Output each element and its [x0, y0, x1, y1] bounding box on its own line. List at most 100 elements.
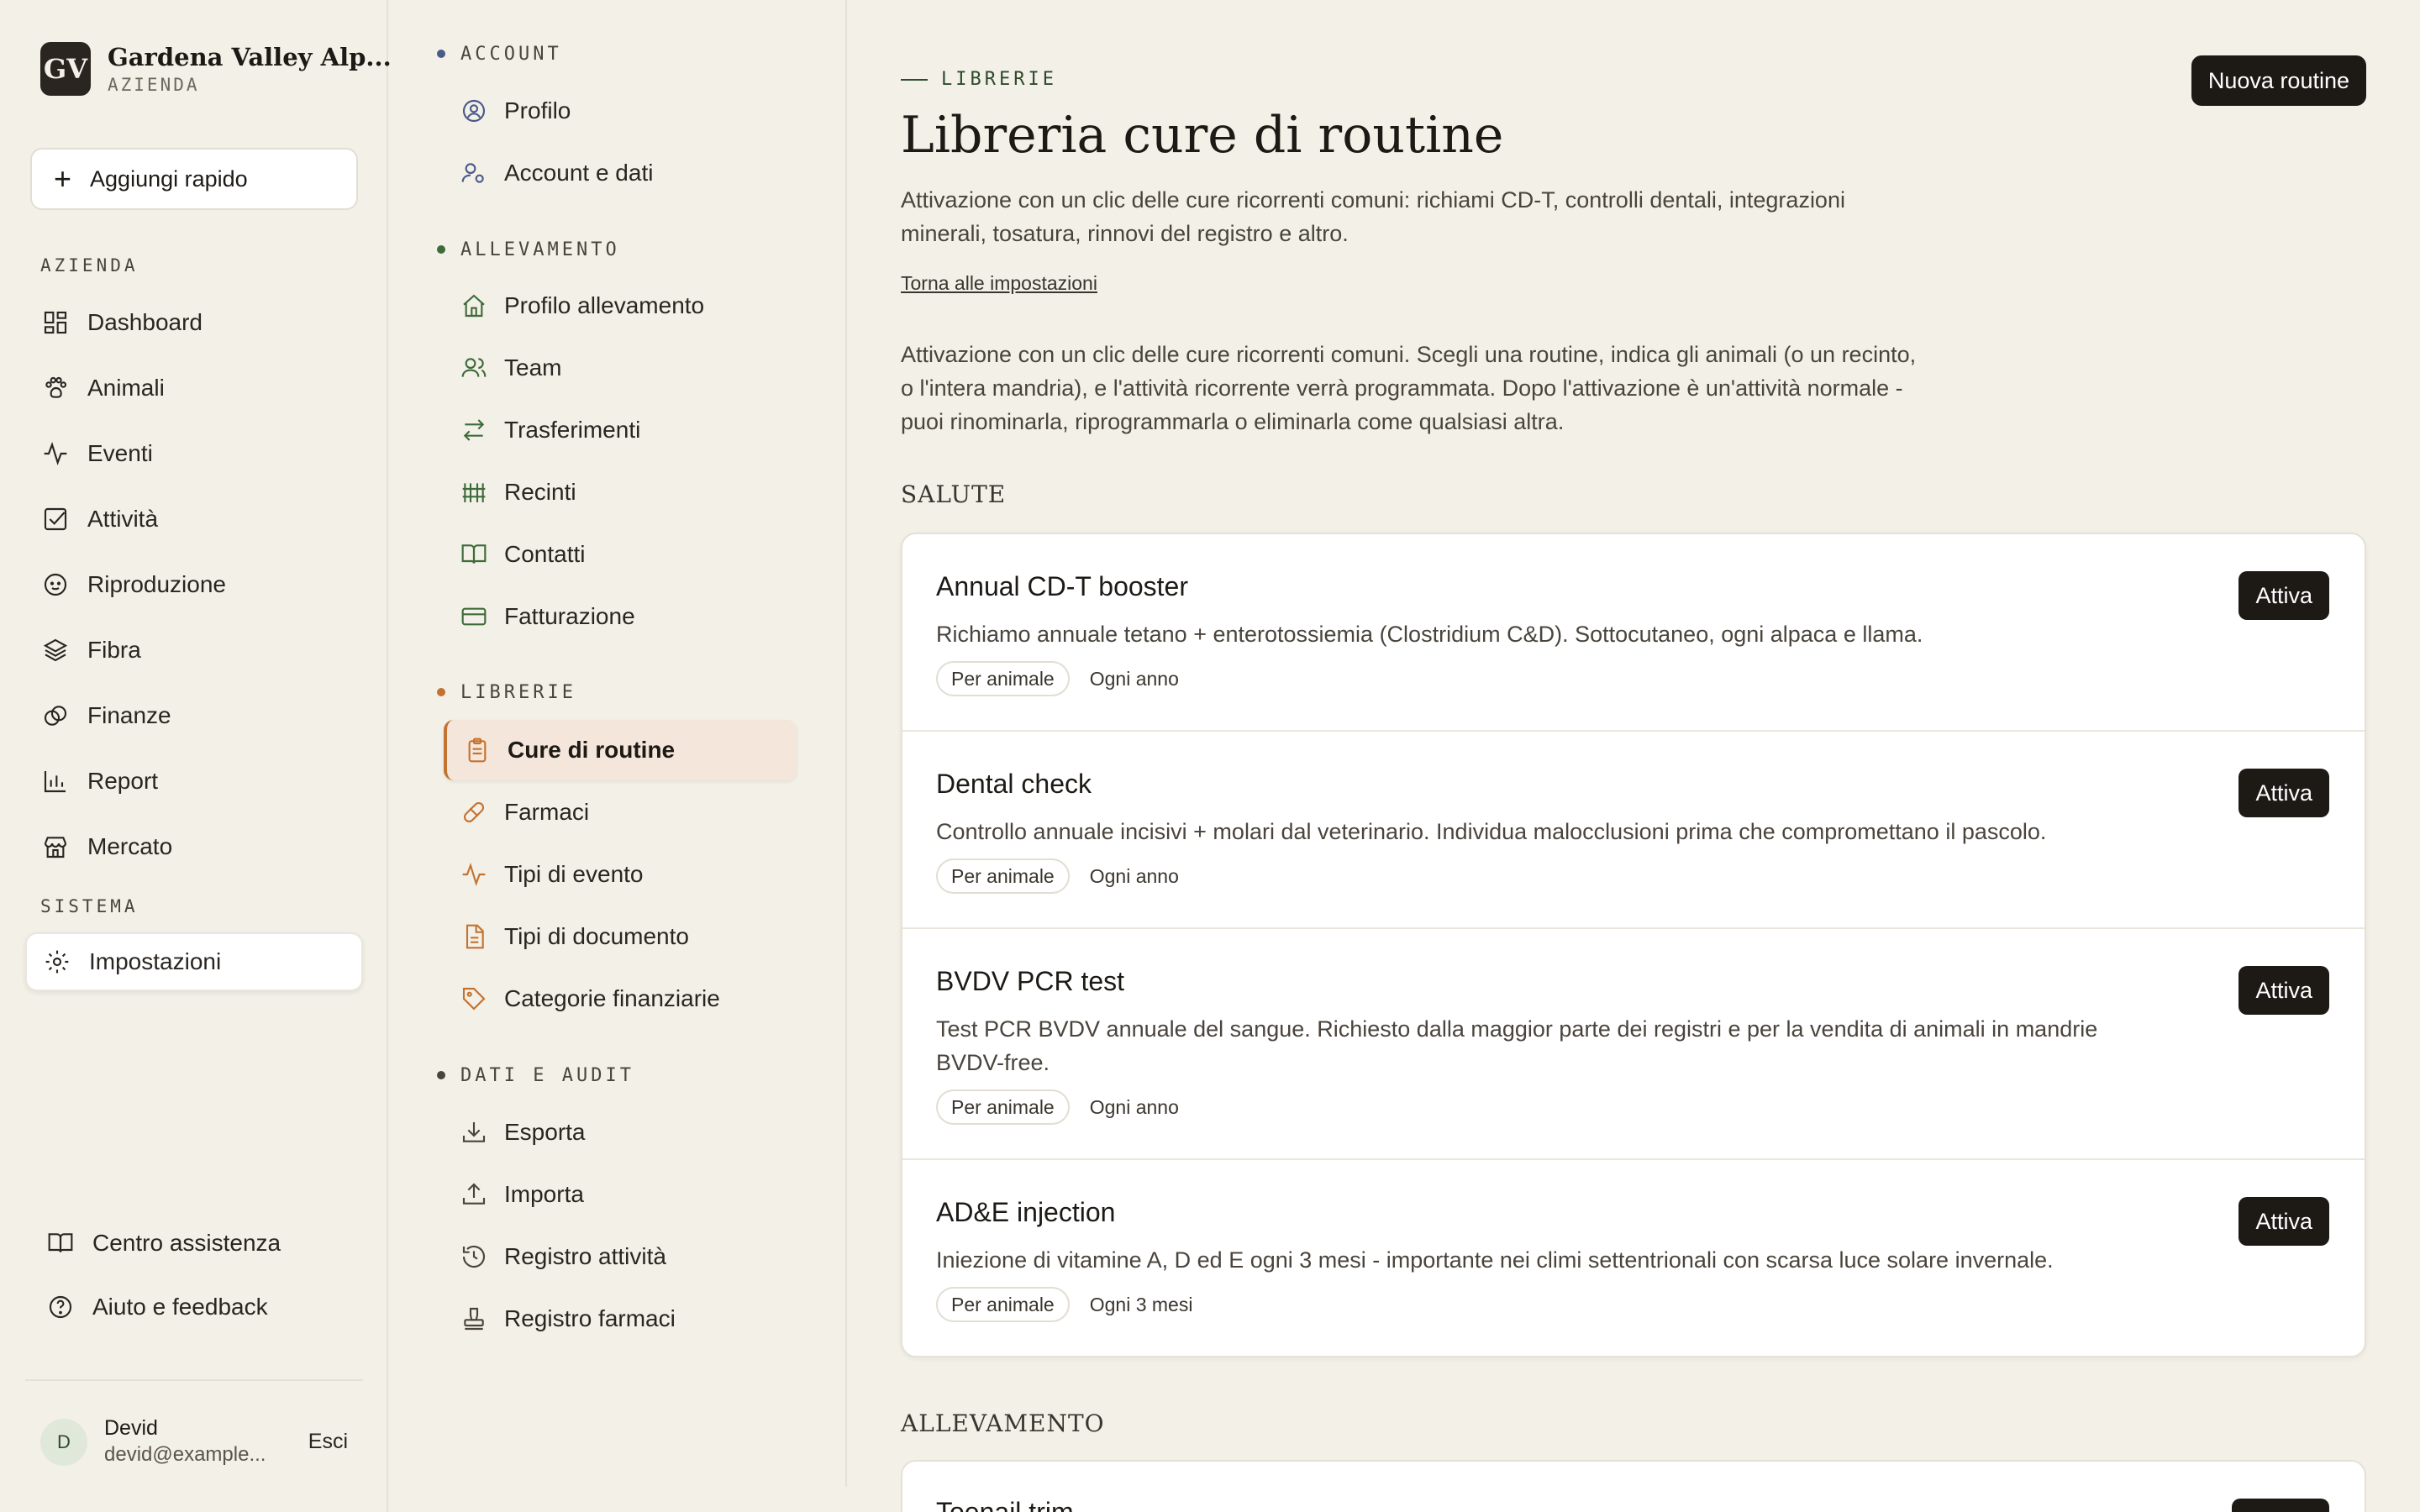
paw-icon	[45, 376, 67, 398]
clipboard-icon	[468, 738, 487, 763]
nav-item-label: Registro farmaci	[504, 1305, 676, 1331]
routine-title: BVDV PCR test	[936, 966, 1125, 996]
sidebar-item-animali[interactable]: Animali	[25, 359, 363, 417]
nav-item-label: Tipi di documento	[504, 923, 689, 949]
nav-item-registro-farmaci[interactable]: Registro farmaci	[444, 1289, 797, 1349]
feedback-link[interactable]: Aiuto e feedback	[47, 1282, 268, 1332]
nav-item-account-dati[interactable]: Account e dati	[444, 143, 797, 203]
eyebrow: LIBRERIE	[901, 69, 1057, 90]
nav-item-tipi-documento[interactable]: Tipi di documento	[444, 906, 797, 967]
quick-add-button[interactable]: + Aggiungi rapido	[30, 148, 358, 210]
nav-item-team[interactable]: Team	[444, 338, 797, 398]
dashboard-icon	[44, 311, 67, 334]
frequency-label: Ogni 3 mesi	[1089, 1293, 1193, 1315]
nav-item-label: Trasferimenti	[504, 417, 641, 443]
nav-item-label: Recinti	[504, 479, 576, 505]
tag-icon	[462, 987, 486, 1011]
sidebar-item-eventi[interactable]: Eventi	[25, 424, 363, 483]
nav-section-account: ACCOUNT	[437, 44, 562, 65]
nav-item-categorie-finanziarie[interactable]: Categorie finanziarie	[444, 969, 797, 1029]
sidebar-item-attivita[interactable]: Attività	[25, 490, 363, 549]
back-to-settings-link[interactable]: Torna alle impostazioni	[901, 272, 1097, 295]
nav-item-recinti[interactable]: Recinti	[444, 462, 797, 522]
frequency-label: Ogni anno	[1089, 1095, 1179, 1118]
nav-item-profilo[interactable]: Profilo	[444, 81, 797, 141]
nav-item-farmaci[interactable]: Farmaci	[444, 782, 797, 843]
nav-section-librerie: LIBRERIE	[437, 682, 576, 703]
nav-section-dati-audit: DATI E AUDIT	[437, 1065, 634, 1086]
activate-button[interactable]: Attiva	[2238, 571, 2329, 620]
sidebar-item-label: Finanze	[87, 702, 171, 728]
brand[interactable]: GV Gardena Valley Alp... AZIENDA	[40, 42, 392, 96]
sidebar-item-fibra[interactable]: Fibra	[25, 621, 363, 680]
routine-title: AD&E injection	[936, 1197, 1116, 1227]
activate-button[interactable]: Attiva	[2238, 966, 2329, 1015]
nav-item-tipi-evento[interactable]: Tipi di evento	[444, 844, 797, 905]
activity-icon	[44, 442, 67, 465]
sidebar-item-report[interactable]: Report	[25, 752, 363, 811]
plus-icon: +	[54, 161, 72, 196]
pill-icon	[463, 801, 485, 823]
credit-card-icon	[461, 607, 487, 626]
app-sidebar: GV Gardena Valley Alp... AZIENDA + Aggiu…	[0, 0, 392, 1512]
sidebar-item-finanze[interactable]: Finanze	[25, 686, 363, 745]
nav-item-importa[interactable]: Importa	[444, 1164, 797, 1225]
nav-item-registro-attivita[interactable]: Registro attività	[444, 1226, 797, 1287]
sidebar-item-label: Fibra	[87, 637, 141, 663]
nav-item-label: Fatturazione	[504, 603, 635, 629]
brand-name: Gardena Valley Alp...	[108, 43, 392, 71]
activate-button[interactable]	[2232, 1499, 2329, 1512]
nav-item-label: Team	[504, 354, 562, 381]
sidebar-item-label: Dashboard	[87, 309, 203, 335]
sidebar-section-sistema: SISTEMA	[40, 896, 139, 916]
sidebar-item-label: Animali	[87, 375, 165, 401]
nav-item-esporta[interactable]: Esporta	[444, 1102, 797, 1163]
user-circle-icon	[462, 99, 486, 123]
main-content: LIBRERIE Libreria cure di routine Attiva…	[901, 0, 2366, 1512]
activate-button[interactable]: Attiva	[2238, 769, 2329, 817]
book-open-icon	[461, 544, 487, 564]
nav-item-label: Profilo	[504, 97, 571, 123]
routine-card: BVDV PCR test Test PCR BVDV annuale del …	[902, 929, 2365, 1160]
nav-item-fatturazione[interactable]: Fatturazione	[444, 586, 797, 647]
sidebar-item-label: Attività	[87, 506, 159, 532]
nav-item-label: Categorie finanziarie	[504, 985, 720, 1011]
sidebar-item-riproduzione[interactable]: Riproduzione	[25, 555, 363, 614]
nav-section-title: ALLEVAMENTO	[460, 239, 620, 260]
file-text-icon	[466, 924, 484, 949]
sidebar-item-label: Impostazioni	[89, 948, 222, 974]
home-icon	[463, 294, 485, 318]
sidebar-item-impostazioni[interactable]: Impostazioni	[25, 932, 363, 991]
nav-item-label: Importa	[504, 1181, 584, 1207]
nav-item-contatti[interactable]: Contatti	[444, 524, 797, 585]
routine-title: Dental check	[936, 769, 1092, 799]
gear-icon	[45, 950, 69, 974]
nav-item-profilo-allevamento[interactable]: Profilo allevamento	[444, 276, 797, 336]
baby-icon	[44, 573, 67, 596]
stamp-icon	[464, 1307, 484, 1331]
sidebar-item-dashboard[interactable]: Dashboard	[25, 293, 363, 352]
sidebar-item-label: Eventi	[87, 440, 153, 466]
nav-item-label: Tipi di evento	[504, 861, 644, 887]
users-icon	[461, 358, 487, 377]
eyebrow-label: LIBRERIE	[941, 69, 1057, 90]
section-dot	[437, 688, 445, 696]
page-title: Libreria cure di routine	[901, 106, 1504, 165]
nav-item-cure-di-routine[interactable]: Cure di routine	[444, 720, 797, 780]
activate-button[interactable]: Attiva	[2238, 1197, 2329, 1246]
nav-item-label: Cure di routine	[508, 737, 676, 763]
sidebar-item-label: Report	[87, 768, 159, 794]
group-title-salute: SALUTE	[901, 480, 1007, 508]
scope-tag: Per animale	[936, 858, 1070, 894]
help-center-link[interactable]: Centro assistenza	[47, 1218, 281, 1268]
upload-icon	[462, 1183, 486, 1205]
nav-item-trasferimenti[interactable]: Trasferimenti	[444, 400, 797, 460]
new-routine-button[interactable]: Nuova routine	[2191, 55, 2366, 106]
routine-description: Test PCR BVDV annuale del sangue. Richie…	[936, 1016, 2098, 1075]
nav-item-label: Esporta	[504, 1119, 586, 1145]
sidebar-item-mercato[interactable]: Mercato	[25, 817, 363, 876]
brand-logo: GV	[40, 42, 91, 96]
routine-title: Toenail trim	[936, 1497, 1074, 1512]
logout-button[interactable]: Esci	[308, 1430, 348, 1454]
routine-card-partial: Toenail trim	[901, 1460, 2366, 1512]
